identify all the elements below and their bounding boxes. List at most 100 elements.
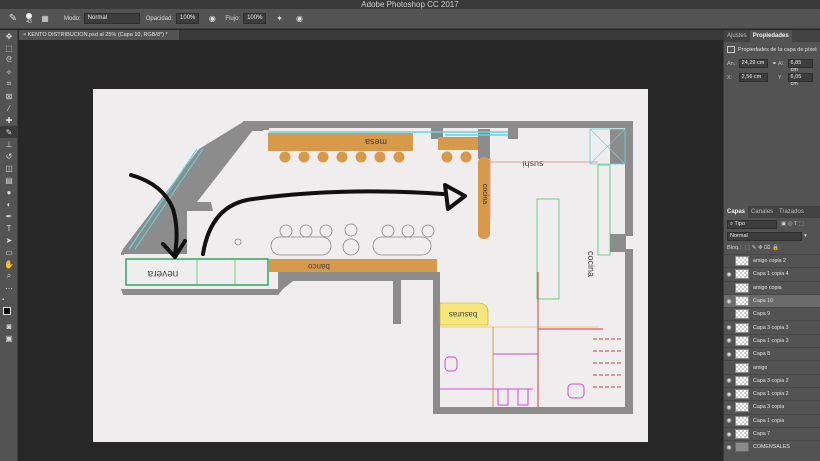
layer-row[interactable]: ◉ Capa 1 copia: [724, 413, 820, 427]
layer-row[interactable]: amigo copia 2: [724, 254, 820, 267]
color-swatches-icon[interactable]: [0, 306, 18, 320]
visibility-eye-icon[interactable]: ◉: [724, 351, 734, 358]
screen-mode-icon[interactable]: ▣: [0, 332, 18, 344]
layer-name: Capa 1 copia 3: [753, 337, 789, 344]
chevron-down-icon[interactable]: ▾: [804, 233, 807, 239]
gradient-tool-icon[interactable]: ▤: [0, 174, 18, 186]
brush-size-picker[interactable]: 43: [26, 12, 32, 25]
document-tab-bar: × KENTO DISTRIBUCION.psd al 25% (Capa 10…: [19, 30, 723, 40]
type-tool-icon[interactable]: T: [0, 222, 18, 234]
layer-row[interactable]: amigo copia: [724, 280, 820, 294]
pressure-opacity-icon[interactable]: ◉: [205, 12, 219, 26]
path-selection-tool-icon[interactable]: ➤: [0, 234, 18, 246]
blur-tool-icon[interactable]: ●: [0, 186, 18, 198]
brush-size-value: 43: [26, 18, 32, 25]
crop-tool-icon[interactable]: ⌗: [0, 78, 18, 90]
brush-tool-icon[interactable]: ✎: [6, 12, 20, 26]
visibility-eye-icon[interactable]: ◉: [724, 417, 734, 424]
healing-brush-tool-icon[interactable]: ✚: [0, 114, 18, 126]
close-tab-icon[interactable]: ×: [23, 32, 26, 38]
visibility-eye-icon[interactable]: ◉: [724, 431, 734, 438]
pen-tool-icon[interactable]: ✒: [0, 210, 18, 222]
clone-stamp-tool-icon[interactable]: ⊥: [0, 138, 18, 150]
options-bar: ✎ 43 ▦ Modo: Normal Opacidad: 100% ◉ Flu…: [0, 9, 820, 29]
zoom-tool-icon[interactable]: ⌕: [0, 270, 18, 282]
lock-row: Bloq.: ⬚ ✎ ✥ ⌧ 🔒: [724, 242, 820, 254]
tab-propiedades[interactable]: Propiedades: [749, 30, 792, 42]
document-tab[interactable]: × KENTO DISTRIBUCION.psd al 25% (Capa 10…: [19, 30, 179, 40]
layer-row[interactable]: amigo: [724, 360, 820, 373]
layer-row[interactable]: ◉ Capa 10: [724, 293, 820, 308]
lock-icons[interactable]: ⬚ ✎ ✥ ⌧ 🔒: [745, 245, 779, 251]
flow-field[interactable]: 100%: [243, 13, 267, 24]
folder-icon: [735, 442, 749, 453]
blend-mode-select[interactable]: Normal: [727, 231, 802, 241]
default-colors-icon[interactable]: ▪: [0, 294, 18, 306]
wall-bottom: [433, 407, 633, 414]
eyedropper-tool-icon[interactable]: ⁄: [0, 102, 18, 114]
layer-row[interactable]: ◉ Capa 3 copia 2: [724, 373, 820, 387]
mode-select[interactable]: Normal: [83, 13, 140, 24]
marquee-tool-icon[interactable]: ⬚: [0, 42, 18, 54]
flow-label: Flujo:: [225, 15, 241, 22]
nevera-label: nevera: [147, 268, 178, 279]
quick-mask-icon[interactable]: ◙: [0, 320, 18, 332]
move-tool-icon[interactable]: ✥: [0, 30, 18, 42]
width-field[interactable]: 24,29 cm: [738, 59, 768, 68]
layer-filter-value: Tipo: [734, 220, 746, 227]
filter-icons[interactable]: ▣ ◎ T ⬚: [781, 221, 804, 227]
layer-row[interactable]: ◉ Capa 1 copia 3: [724, 333, 820, 347]
layer-row[interactable]: ◉ Capa 1 copia 2: [724, 386, 820, 400]
tab-capas[interactable]: Capas: [724, 206, 749, 218]
visibility-eye-icon[interactable]: ◉: [724, 391, 734, 398]
layer-row[interactable]: ◉ Capa 3 copia: [724, 400, 820, 413]
right-dock: Ajustes Propiedades Propiedades de la ca…: [723, 30, 820, 461]
y-field[interactable]: 6,05 cm: [787, 73, 813, 87]
layer-thumbnail: [735, 282, 749, 293]
wall-column-center: [431, 121, 443, 139]
history-brush-tool-icon[interactable]: ↺: [0, 150, 18, 162]
pressure-size-icon[interactable]: ◉: [292, 12, 306, 26]
layer-name: amigo: [753, 364, 768, 371]
visibility-eye-icon[interactable]: ◉: [724, 271, 734, 278]
visibility-eye-icon[interactable]: ◉: [724, 337, 734, 344]
width-label: An.:: [727, 60, 737, 67]
frame-tool-icon[interactable]: ⊠: [0, 90, 18, 102]
height-field[interactable]: 6,85 cm: [787, 59, 813, 73]
layer-list: amigo copia 2 ◉ Capa 1 copia 4 amigo copia ◉…: [724, 254, 820, 453]
visibility-eye-icon[interactable]: ◉: [724, 324, 734, 331]
eraser-tool-icon[interactable]: ◫: [0, 162, 18, 174]
document-tab-title: KENTO DISTRIBUCION.psd al 25% (Capa 10, …: [27, 32, 168, 38]
lasso-tool-icon[interactable]: ᘓ: [0, 54, 18, 66]
airbrush-icon[interactable]: ✦: [272, 12, 286, 26]
layer-thumbnail: [735, 402, 749, 413]
visibility-eye-icon[interactable]: ◉: [724, 298, 734, 305]
visibility-eye-icon[interactable]: ◉: [724, 444, 734, 451]
x-field[interactable]: 2,56 cm: [738, 73, 768, 82]
document-canvas[interactable]: mesa sushi cocina cocina banco nevera ba…: [93, 89, 648, 442]
layer-filter-select[interactable]: ⌕ Tipo: [727, 219, 777, 229]
visibility-eye-icon[interactable]: ◉: [724, 377, 734, 384]
tab-ajustes[interactable]: Ajustes: [724, 30, 750, 42]
hand-tool-icon[interactable]: ✋: [0, 258, 18, 270]
layer-row[interactable]: ◉ Capa 8: [724, 347, 820, 360]
layer-row[interactable]: ◉ Capa 3 copia 3: [724, 320, 820, 333]
brush-tool-icon[interactable]: ✎: [0, 126, 18, 138]
layer-row[interactable]: ◉ Capa 7: [724, 426, 820, 440]
opacity-field[interactable]: 100%: [176, 13, 200, 24]
dodge-tool-icon[interactable]: ◐: [0, 198, 18, 210]
rectangle-tool-icon[interactable]: ▭: [0, 246, 18, 258]
foreground-color-swatch[interactable]: [3, 307, 11, 315]
tab-canales[interactable]: Canales: [748, 206, 776, 218]
brush-panel-icon[interactable]: ▦: [38, 12, 52, 26]
wall-right-notch: [610, 234, 626, 252]
layer-thumbnail: [735, 335, 749, 346]
magic-wand-tool-icon[interactable]: ✧: [0, 66, 18, 78]
layer-row[interactable]: ◉ Capa 1 copia 4: [724, 267, 820, 280]
layer-name: Capa 9: [753, 311, 771, 318]
layer-row[interactable]: ◉ COMENSALES: [724, 440, 820, 453]
layer-row[interactable]: Capa 9: [724, 307, 820, 320]
visibility-eye-icon[interactable]: ◉: [724, 404, 734, 411]
more-tools-icon[interactable]: ⋯: [0, 282, 18, 294]
tab-trazados[interactable]: Trazados: [776, 206, 807, 218]
